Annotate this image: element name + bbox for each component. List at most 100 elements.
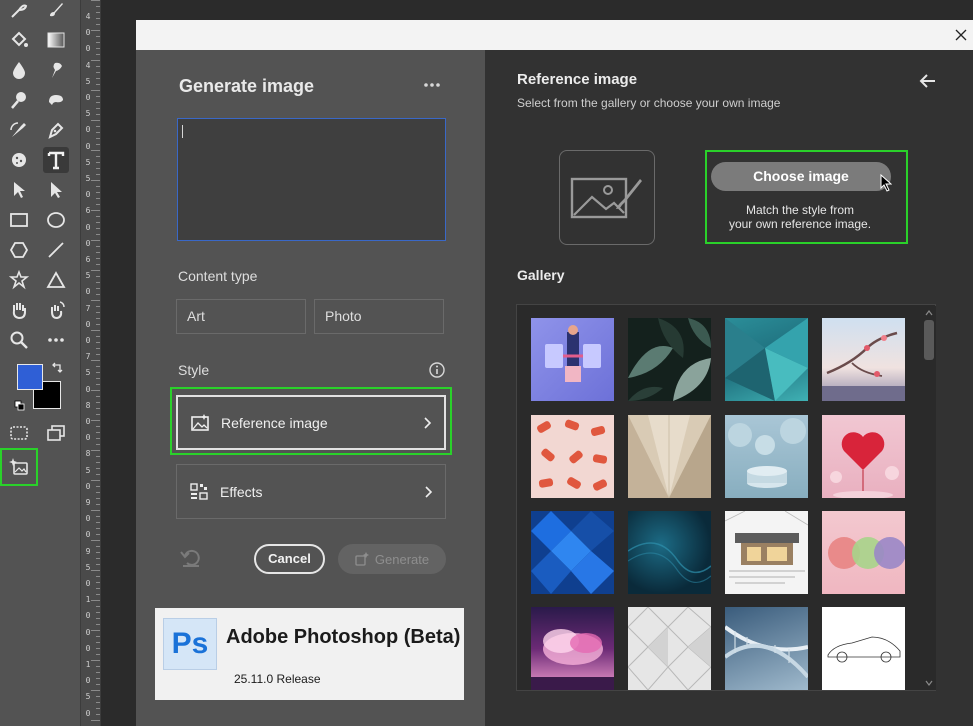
reference-image-option[interactable]: Reference image xyxy=(176,395,446,450)
ruler-digit: 6 xyxy=(85,206,91,216)
generate-image-dialog: Generate image Content type Art Photo St… xyxy=(136,20,973,726)
ruler-digit: 9 xyxy=(85,546,91,556)
ruler-digit: 5 xyxy=(85,109,91,119)
chevron-down-icon[interactable] xyxy=(925,679,933,687)
default-colors-icon[interactable] xyxy=(14,400,26,412)
history-brush-icon[interactable] xyxy=(6,117,32,143)
gallery-thumb-blossom-branch[interactable] xyxy=(822,318,905,401)
ruler-tick xyxy=(96,48,100,49)
content-type-art-button[interactable]: Art xyxy=(176,299,306,334)
smudge-icon[interactable] xyxy=(43,57,69,83)
ruler-tick xyxy=(96,468,100,469)
reference-image-placeholder[interactable] xyxy=(559,150,655,245)
chevron-up-icon[interactable] xyxy=(925,309,933,317)
sponge-icon[interactable] xyxy=(6,147,32,173)
gallery-title: Gallery xyxy=(517,267,565,283)
paint-bucket-icon[interactable] xyxy=(6,27,32,53)
burn-icon[interactable] xyxy=(43,87,69,113)
gallery-thumb-pastel-spheres[interactable] xyxy=(822,511,906,594)
path-selection-icon[interactable] xyxy=(6,177,32,203)
back-arrow-icon[interactable] xyxy=(919,72,937,90)
polygon-icon[interactable] xyxy=(6,237,32,263)
choose-desc-line-2: your own reference image. xyxy=(728,217,872,231)
rectangle-icon[interactable] xyxy=(6,207,32,233)
ruler-tick xyxy=(96,192,100,193)
gradient-icon[interactable] xyxy=(43,27,69,53)
ruler-tick xyxy=(91,570,100,571)
ruler-tick xyxy=(91,270,100,271)
ruler-tick xyxy=(91,60,100,61)
gallery-thumb-car-line-sketch[interactable] xyxy=(822,607,905,690)
gallery-thumb-blue-cubes[interactable] xyxy=(531,511,614,594)
gallery-scrollbar[interactable] xyxy=(922,306,936,690)
custom-shape-icon[interactable] xyxy=(6,267,32,293)
gallery-thumb-beige-paper-folds[interactable] xyxy=(628,415,711,498)
gallery-thumb-modern-house-sketch[interactable] xyxy=(724,510,809,594)
reset-icon[interactable] xyxy=(179,547,203,569)
ruler-digit: 0 xyxy=(85,708,91,718)
ellipse-icon[interactable] xyxy=(43,207,69,233)
choose-image-button[interactable]: Choose image xyxy=(711,162,891,191)
info-icon[interactable] xyxy=(428,361,446,379)
ruler-tick xyxy=(91,240,100,241)
content-type-photo-button[interactable]: Photo xyxy=(314,299,444,334)
quick-mask-icon[interactable] xyxy=(6,420,32,446)
gallery-thumb-dna-helix[interactable] xyxy=(723,607,810,690)
blur-icon[interactable] xyxy=(6,57,32,83)
brush-icon[interactable] xyxy=(43,0,69,23)
ruler-tick xyxy=(96,348,100,349)
dialog-titlebar xyxy=(136,20,973,50)
generate-label: Generate xyxy=(374,551,430,567)
swap-colors-icon[interactable] xyxy=(51,362,63,374)
ruler-tick xyxy=(91,150,100,151)
ruler-tick xyxy=(91,540,100,541)
more-options-icon[interactable] xyxy=(421,74,443,96)
gallery-thumb-dark-teal-waves[interactable] xyxy=(627,511,712,594)
mouse-cursor-icon xyxy=(880,174,892,192)
direct-selection-icon[interactable] xyxy=(43,177,69,203)
ruler-tick xyxy=(96,114,100,115)
ruler-tick xyxy=(96,6,100,7)
screen-mode-icon[interactable] xyxy=(43,420,69,446)
ruler-digit: 0 xyxy=(85,530,91,540)
cancel-button[interactable]: Cancel xyxy=(254,544,325,574)
vertical-ruler[interactable]: 4004505005506006507007508008509009501000… xyxy=(80,0,101,726)
pen-icon[interactable] xyxy=(43,117,69,143)
triangle-icon[interactable] xyxy=(43,267,69,293)
gallery-thumb-red-hands-pattern[interactable] xyxy=(531,415,614,498)
gallery-thumb-tropical-leaves[interactable] xyxy=(628,318,711,401)
gallery-thumb-teal-geometric[interactable] xyxy=(725,318,808,401)
ruler-tick xyxy=(96,432,100,433)
gallery-thumb-abstract-figure-illustration[interactable] xyxy=(531,318,614,401)
gallery-thumb-teal-podium-flowers[interactable] xyxy=(725,415,808,498)
ruler-tick xyxy=(96,576,100,577)
ruler-tick xyxy=(96,174,100,175)
prompt-input[interactable] xyxy=(177,118,446,241)
ruler-tick xyxy=(91,720,100,721)
gallery-thumb-pink-clouds[interactable] xyxy=(531,607,614,690)
generate-button[interactable]: Generate xyxy=(338,544,446,574)
generate-image-icon[interactable] xyxy=(0,448,38,486)
healing-brush-icon[interactable] xyxy=(6,0,32,23)
ruler-tick xyxy=(96,684,100,685)
effects-option[interactable]: Effects xyxy=(176,464,446,519)
gallery-thumb-white-triangles[interactable] xyxy=(627,606,712,690)
zoom-icon[interactable] xyxy=(6,327,32,353)
ruler-digit: 0 xyxy=(85,92,91,102)
foreground-color-swatch[interactable] xyxy=(17,364,43,390)
gallery-thumb-red-heart-balloons[interactable] xyxy=(822,415,905,499)
more-tools-icon[interactable] xyxy=(43,327,69,353)
dodge-icon[interactable] xyxy=(6,87,32,113)
close-icon[interactable] xyxy=(952,26,970,44)
hand-icon[interactable] xyxy=(6,297,32,323)
ruler-tick xyxy=(96,54,100,55)
line-icon[interactable] xyxy=(43,237,69,263)
ruler-digit: 0 xyxy=(85,676,91,686)
type-icon[interactable] xyxy=(43,147,69,173)
ruler-tick xyxy=(91,360,100,361)
ruler-tick xyxy=(91,660,100,661)
scrollbar-thumb[interactable] xyxy=(924,320,934,360)
ruler-digit: 0 xyxy=(85,514,91,524)
rotate-view-icon[interactable] xyxy=(43,297,69,323)
ruler-tick xyxy=(91,180,100,181)
